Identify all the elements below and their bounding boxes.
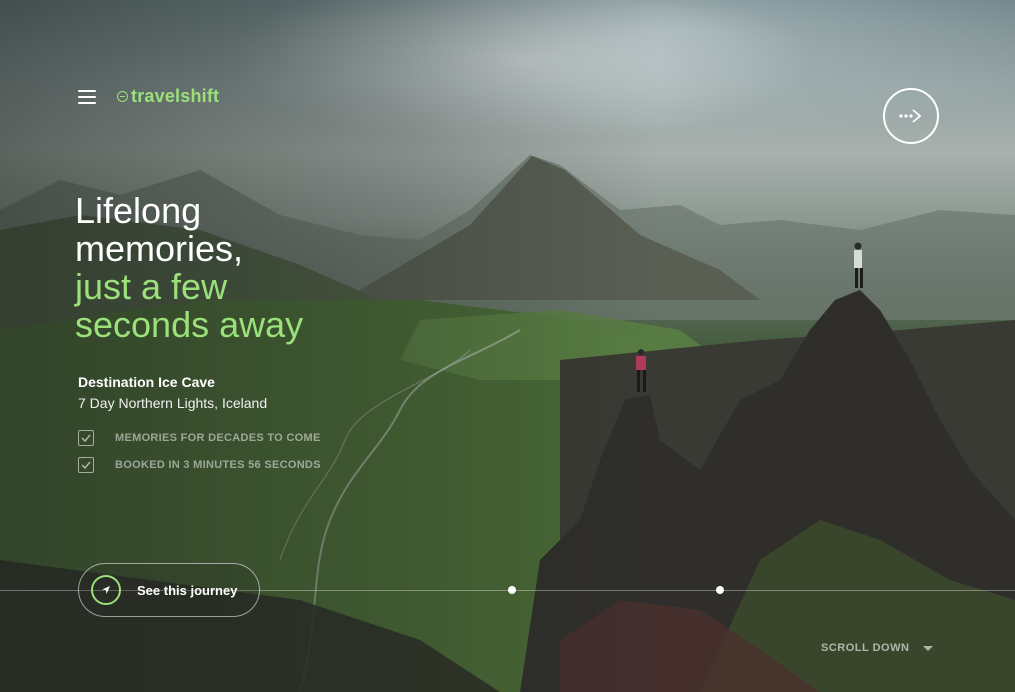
checklist-label: BOOKED IN 3 MINUTES 56 SECONDS	[115, 459, 321, 471]
checklist-label: MEMORIES FOR DECADES TO COME	[115, 432, 321, 444]
hero-headline: Lifelong memories, just a few seconds aw…	[75, 192, 303, 344]
scroll-down-label: SCROLL DOWN	[821, 642, 910, 654]
see-journey-label: See this journey	[137, 582, 238, 598]
next-slide-button[interactable]	[883, 88, 939, 144]
see-journey-button[interactable]: See this journey	[78, 563, 260, 617]
destination-title: Destination Ice Cave	[78, 374, 215, 390]
checklist-item-booked: BOOKED IN 3 MINUTES 56 SECONDS	[78, 457, 321, 473]
timeline-dot[interactable]	[508, 586, 516, 594]
checkbox-icon	[78, 430, 94, 446]
headline-accent-line-2: seconds away	[75, 304, 304, 345]
destination-subtitle: 7 Day Northern Lights, Iceland	[78, 395, 268, 411]
dotted-arrow-right-icon	[899, 109, 922, 123]
navigation-arrow-icon	[91, 575, 121, 605]
headline-accent-line-1: just a few	[75, 266, 228, 307]
scroll-down-link[interactable]: SCROLL DOWN	[821, 642, 934, 654]
travelshift-logo[interactable]: travelshift	[117, 86, 219, 107]
caret-down-icon	[923, 645, 934, 651]
headline-line-2: memories,	[75, 228, 244, 269]
logo-text: travelshift	[131, 86, 220, 106]
headline-line-1: Lifelong	[75, 190, 202, 231]
hamburger-menu-icon[interactable]	[78, 90, 96, 104]
timeline-dot[interactable]	[716, 586, 724, 594]
hero-stage: travelshift Lifelong memories, just a fe…	[0, 0, 1015, 692]
checklist-item-memories: MEMORIES FOR DECADES TO COME	[78, 430, 321, 446]
logo-mark-icon	[117, 91, 128, 102]
checkbox-icon	[78, 457, 94, 473]
